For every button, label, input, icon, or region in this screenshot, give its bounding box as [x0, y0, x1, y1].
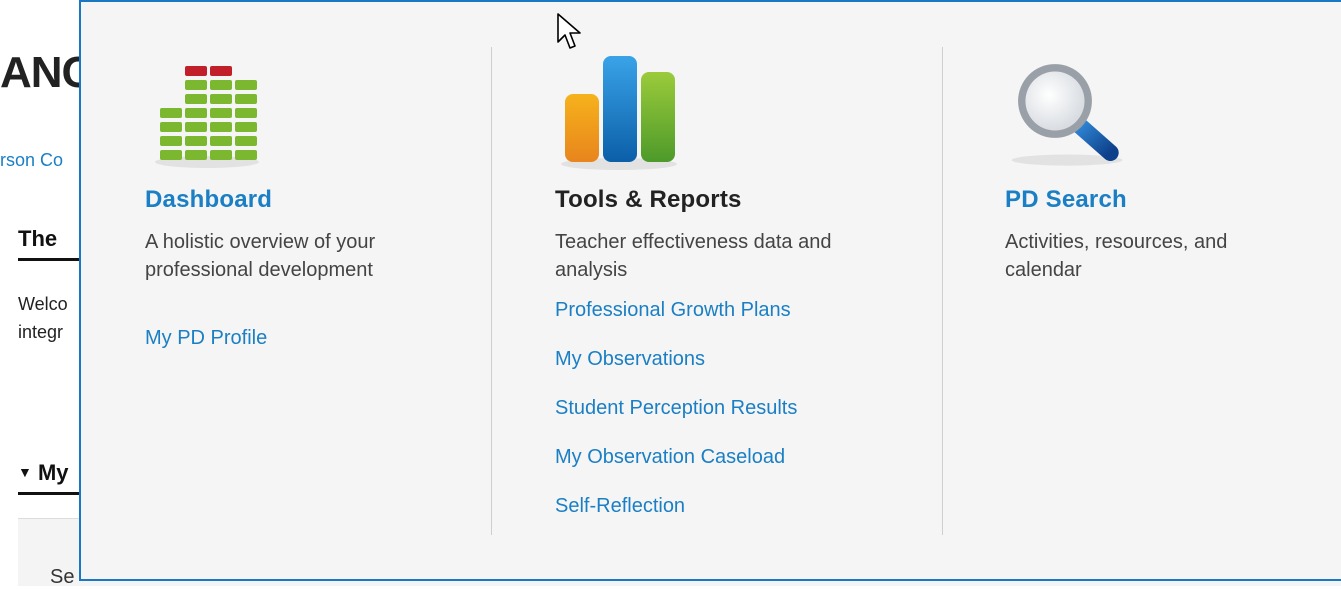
mouse-cursor-icon	[557, 13, 581, 49]
welcome-text-line: Welco	[18, 294, 68, 314]
menu-link-my-observations[interactable]: My Observations	[555, 345, 797, 394]
district-link[interactable]: rson Co	[0, 150, 63, 171]
welcome-text-line: integr	[18, 322, 64, 342]
magnifying-glass-icon[interactable]	[1007, 54, 1127, 172]
caret-down-icon: ▼	[18, 464, 32, 480]
dashboard-description: A holistic overview of your professional…	[145, 231, 376, 281]
section-label: My	[37, 460, 69, 485]
menu-link-self-reflection[interactable]: Self-Reflection	[555, 492, 797, 541]
tools-reports-description: Teacher effectiveness data and analysis	[555, 231, 832, 281]
section-heading: The	[18, 226, 80, 261]
dashboard-link[interactable]: Dashboard	[145, 186, 272, 214]
bar-chart-icon[interactable]	[561, 54, 681, 172]
column-divider	[942, 47, 943, 535]
tools-reports-links: Professional Growth Plans My Observation…	[555, 296, 797, 541]
menu-link-professional-growth-plans[interactable]: Professional Growth Plans	[555, 296, 797, 345]
tools-reports-title: Tools & Reports	[555, 186, 742, 213]
menu-link-my-observation-caseload[interactable]: My Observation Caseload	[555, 443, 797, 492]
dashboard-links: My PD Profile	[145, 324, 267, 373]
mega-menu: Dashboard A holistic overview of your pr…	[79, 0, 1341, 581]
column-divider	[491, 47, 492, 535]
menu-link-student-perception-results[interactable]: Student Perception Results	[555, 394, 797, 443]
pd-search-description: Activities, resources, and calendar	[1005, 231, 1228, 281]
pd-search-link[interactable]: PD Search	[1005, 186, 1127, 214]
panel-text: Se	[50, 566, 75, 588]
welcome-text: Welco integr	[18, 290, 68, 346]
menu-link-my-pd-profile[interactable]: My PD Profile	[145, 324, 267, 373]
equalizer-bars-icon[interactable]	[155, 54, 275, 172]
collapsible-section-header[interactable]: ▼ My	[18, 460, 80, 495]
